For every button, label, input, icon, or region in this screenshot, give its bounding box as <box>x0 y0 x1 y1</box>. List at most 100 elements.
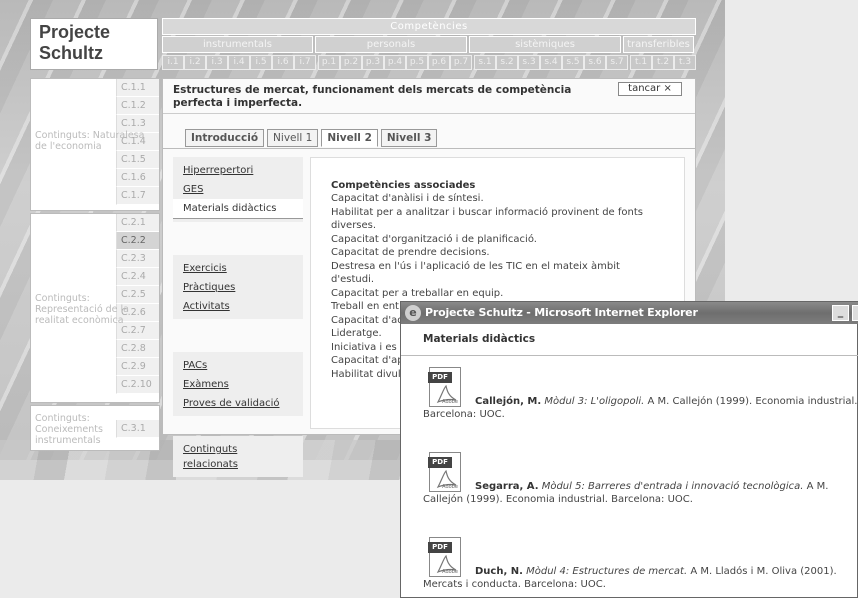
reference-work: Mòdul 4: Estructures de mercat. <box>526 566 688 577</box>
competency-item: Capacitat d'organització i de planificac… <box>331 233 537 245</box>
minimize-button[interactable]: _ <box>832 305 849 321</box>
category-sistemiques[interactable]: sistèmiques <box>469 36 621 53</box>
tab-introducci-[interactable]: Introducció <box>185 129 265 147</box>
contents-section: Continguts: Coneixements instrumentals C.… <box>30 405 160 451</box>
competency-code[interactable]: p.6 <box>428 55 450 70</box>
competency-item: Capacitat per a treballar en equip. <box>331 287 504 299</box>
window-title: Projecte Schultz - Microsoft Internet Ex… <box>425 306 698 319</box>
divider <box>163 113 695 114</box>
competency-code[interactable]: s.6 <box>584 55 606 70</box>
link-materials-didactics[interactable]: Materials didàctics <box>173 199 303 219</box>
section-code[interactable]: C.1.7 <box>116 187 159 205</box>
competency-code[interactable]: s.1 <box>474 55 496 70</box>
competency-codes: i.1 i.2 i.3 i.4 i.5 i.6 i.7 p.1 p.2 p.3 p.4 p.5 p.6 p… <box>162 55 696 70</box>
reference-work: Mòdul 3: L'oligopoli. <box>544 396 645 407</box>
competency-code[interactable]: t.1 <box>630 55 652 70</box>
section-label: Continguts: Naturalesa de l'economia <box>35 129 145 152</box>
category-personals[interactable]: personals <box>315 36 467 53</box>
competency-code[interactable]: i.3 <box>206 55 228 70</box>
competency-code[interactable]: i.7 <box>294 55 316 70</box>
logo-line2: Schultz <box>39 43 104 63</box>
tab-nivell-2[interactable]: Nivell 2 <box>321 129 378 147</box>
tab-nivell-3[interactable]: Nivell 3 <box>380 129 438 147</box>
competency-code[interactable]: s.5 <box>562 55 584 70</box>
link-pacs[interactable]: PACs <box>173 356 303 375</box>
section-code[interactable]: C.2.2 <box>116 232 159 250</box>
associated-competencies-title: Competències associades <box>331 180 476 191</box>
competency-code[interactable]: p.7 <box>450 55 472 70</box>
competency-code[interactable]: t.3 <box>674 55 696 70</box>
link-examens[interactable]: Exàmens <box>173 375 303 394</box>
link-ges[interactable]: GES <box>173 180 303 199</box>
section-label: Continguts: Representació de la realitat… <box>35 293 130 326</box>
internet-explorer-icon: e <box>405 305 421 321</box>
section-label: Continguts: Coneixements instrumentals <box>35 413 103 446</box>
competency-code[interactable]: p.2 <box>340 55 362 70</box>
reference-author[interactable]: Duch, N. <box>475 566 523 577</box>
competency-item: Destresa en l'ús i l'aplicació de les TI… <box>331 260 620 286</box>
link-exercicis[interactable]: Exercicis <box>173 259 303 278</box>
section-code[interactable]: C.1.5 <box>116 151 159 169</box>
logo[interactable]: Projecte Schultz <box>30 18 158 70</box>
section-code[interactable]: C.2.9 <box>116 358 159 376</box>
maximize-button[interactable] <box>852 305 858 321</box>
link-hiperrepertori[interactable]: Hiperrepertori <box>173 161 303 180</box>
competency-code[interactable]: p.3 <box>362 55 384 70</box>
contents-section: Continguts: Representació de la realitat… <box>30 213 160 403</box>
category-instrumentals[interactable]: instrumentals <box>162 36 313 53</box>
materials-popup-window: e Projecte Schultz - Microsoft Internet … <box>400 301 858 598</box>
competency-code[interactable]: p.4 <box>384 55 406 70</box>
reference-author[interactable]: Callejón, M. <box>475 396 541 407</box>
link-proves-validacio[interactable]: Proves de validació <box>173 394 303 413</box>
resource-links: Hiperrepertori GES Materials didàctics E… <box>173 157 303 480</box>
close-button[interactable]: tancar × <box>618 82 682 96</box>
competency-categories: instrumentals personals sistèmiques tran… <box>162 36 696 53</box>
tab-nivell-1[interactable]: Nivell 1 <box>267 129 319 147</box>
competency-code[interactable]: i.2 <box>184 55 206 70</box>
reference-work: Mòdul 5: Barreres d'entrada i innovació … <box>541 481 804 492</box>
link-group-related: Continguts relacionats <box>173 436 303 477</box>
competency-code[interactable]: t.2 <box>652 55 674 70</box>
competency-code[interactable]: i.5 <box>250 55 272 70</box>
pdf-tag: PDF <box>428 372 452 383</box>
competency-code[interactable]: p.1 <box>318 55 340 70</box>
section-code[interactable]: C.2.3 <box>116 250 159 268</box>
competency-code[interactable]: s.7 <box>606 55 628 70</box>
competency-code[interactable]: s.3 <box>518 55 540 70</box>
link-group-exercises: Exercicis Pràctiques Activitats <box>173 255 303 319</box>
pdf-tag: PDF <box>428 457 452 468</box>
section-code[interactable]: C.2.4 <box>116 268 159 286</box>
competencies-title: Competències <box>162 18 696 35</box>
section-code[interactable]: C.2.1 <box>116 214 159 232</box>
competency-code[interactable]: i.4 <box>228 55 250 70</box>
competency-code[interactable]: s.2 <box>496 55 518 70</box>
competency-code[interactable]: i.1 <box>162 55 184 70</box>
reference-author[interactable]: Segarra, A. <box>475 481 539 492</box>
competency-item: Capacitat de prendre decisions. <box>331 247 490 258</box>
logo-line1: Projecte <box>39 22 111 42</box>
competency-item: Capacitat d'anàlisi i de síntesi. <box>331 193 484 204</box>
competency-code[interactable]: p.5 <box>406 55 428 70</box>
window-titlebar[interactable]: e Projecte Schultz - Microsoft Internet … <box>401 302 858 324</box>
section-code[interactable]: C.2.10 <box>116 376 159 394</box>
level-tabs: Introducció Nivell 1 Nivell 2 Nivell 3 <box>185 129 440 147</box>
section-code[interactable]: C.2.8 <box>116 340 159 358</box>
link-group-evaluation: PACs Exàmens Proves de validació <box>173 352 303 416</box>
link-practiques[interactable]: Pràctiques <box>173 278 303 297</box>
section-code[interactable]: C.1.1 <box>116 79 159 97</box>
divider <box>163 148 695 149</box>
popup-heading: Materials didàctics <box>401 324 858 356</box>
pdf-tag: PDF <box>428 542 452 553</box>
link-continguts-relacionats[interactable]: Continguts relacionats <box>173 440 303 474</box>
contents-sidebar: Continguts: Naturalesa de l'economia C.1.… <box>30 78 160 453</box>
category-transferibles[interactable]: transferibles <box>623 36 694 53</box>
contents-section: Continguts: Naturalesa de l'economia C.1.… <box>30 78 160 211</box>
link-group-reference: Hiperrepertori GES Materials didàctics <box>173 157 303 222</box>
section-code[interactable]: C.1.6 <box>116 169 159 187</box>
link-activitats[interactable]: Activitats <box>173 297 303 316</box>
competency-code[interactable]: s.4 <box>540 55 562 70</box>
section-code[interactable]: C.1.2 <box>116 97 159 115</box>
competency-item: Habilitat per a analitzar i buscar infor… <box>331 206 643 232</box>
page-title: Estructures de mercat, funcionament dels… <box>173 84 572 109</box>
competency-code[interactable]: i.6 <box>272 55 294 70</box>
